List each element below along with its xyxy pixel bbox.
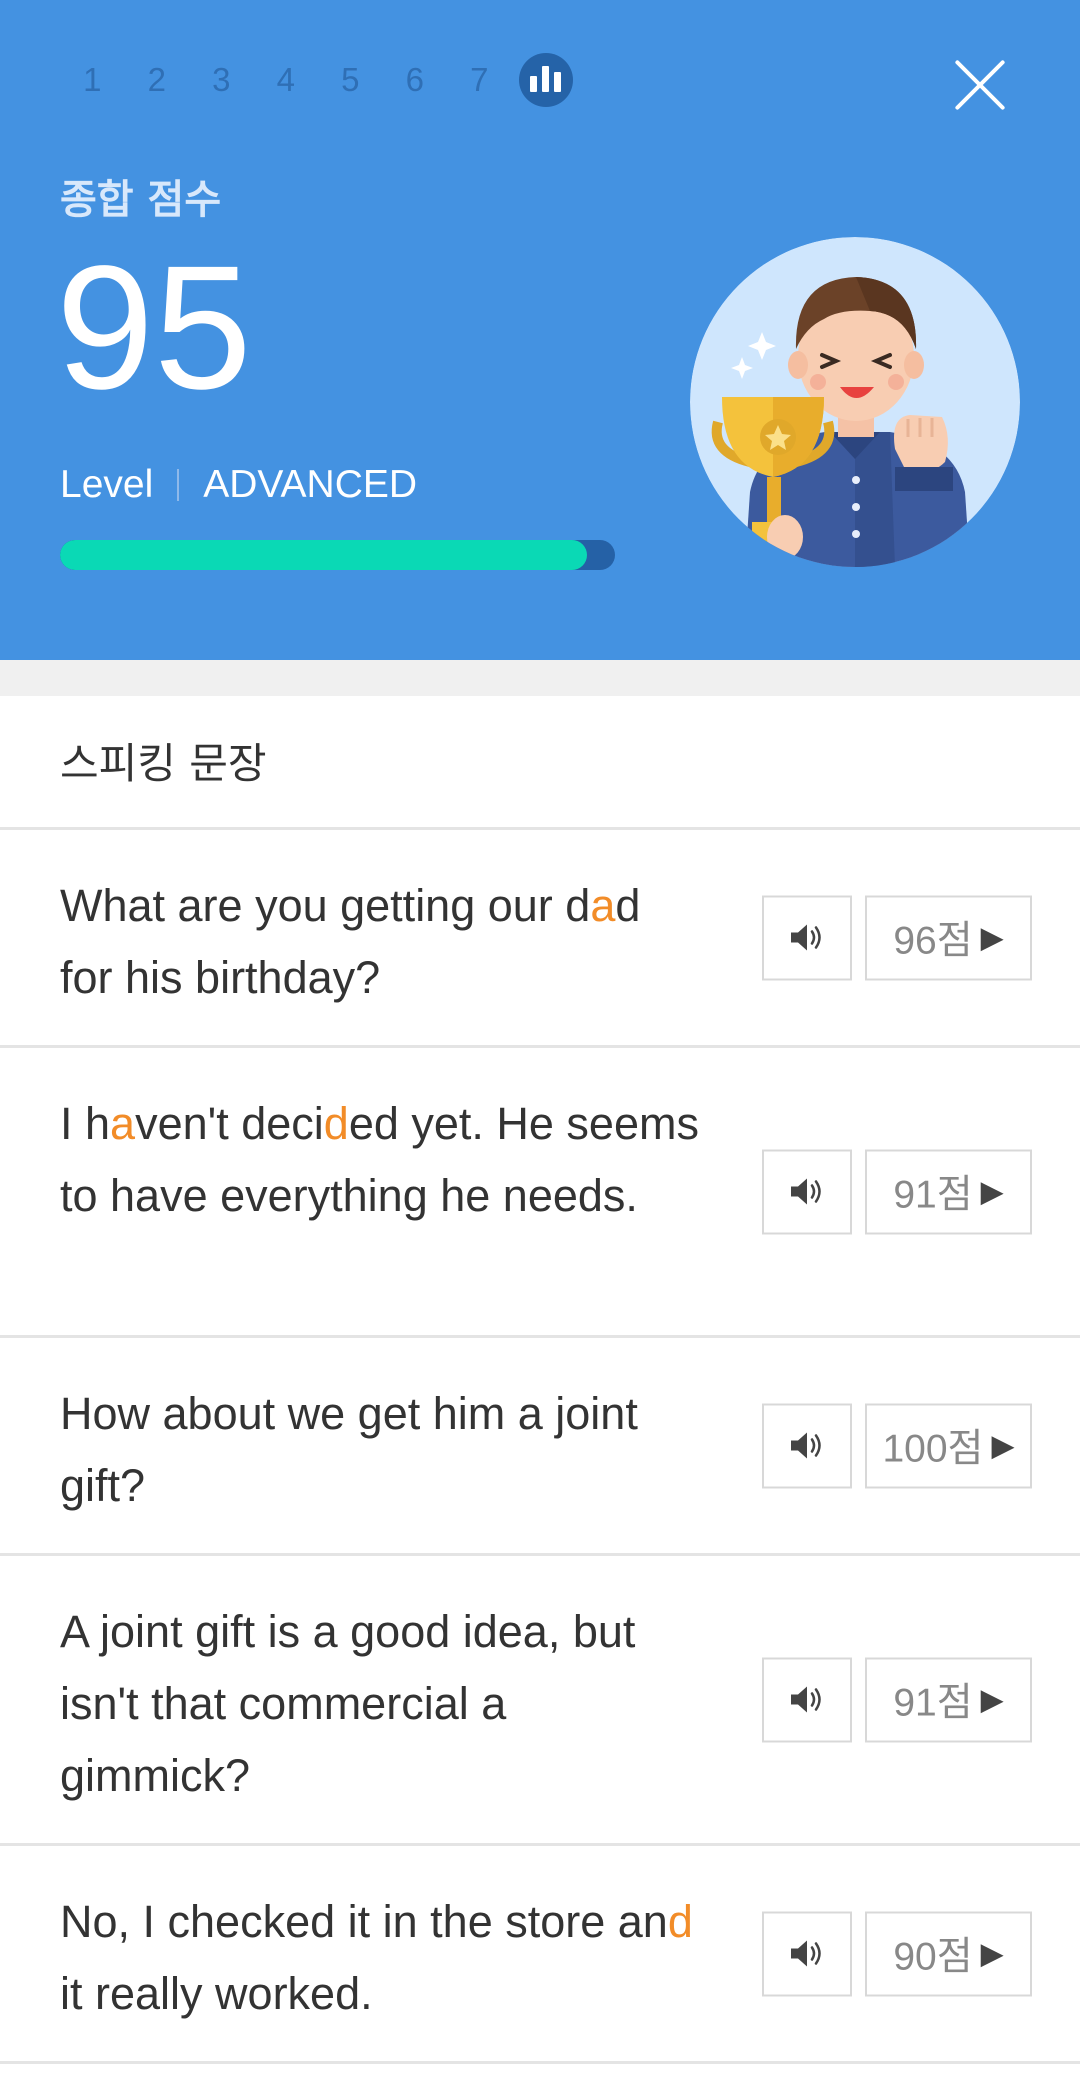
sentence-text: How about we get him a joint gift? xyxy=(60,1378,700,1522)
sentence-score: 96점 xyxy=(893,919,973,963)
step-nav: 1 2 3 4 5 6 7 xyxy=(60,52,573,108)
sentence-row: No, I checked it in the store and it rea… xyxy=(0,1846,1080,2064)
trophy-boy-illustration xyxy=(690,237,1020,567)
level-row: Level ADVANCED xyxy=(60,460,417,510)
play-icon: ▶ xyxy=(991,1429,1015,1462)
play-icon: ▶ xyxy=(980,1175,1004,1208)
highlighted-char: d xyxy=(667,1896,693,1947)
section-gap xyxy=(0,660,1080,696)
play-icon: ▶ xyxy=(980,1683,1004,1716)
sentence-score: 100점 xyxy=(882,1427,984,1471)
step-2[interactable]: 2 xyxy=(125,61,190,99)
sentence-score: 91점 xyxy=(893,1681,973,1725)
sentence-text-part: What are you getting our d xyxy=(60,880,591,931)
speaker-icon xyxy=(791,1178,821,1205)
play-audio-button[interactable] xyxy=(762,1911,852,1996)
sentence-score: 90점 xyxy=(893,1935,973,1979)
step-6[interactable]: 6 xyxy=(383,61,448,99)
speaker-icon xyxy=(791,1686,821,1713)
sentence-text-part: A joint gift is a good idea, but isn't t… xyxy=(60,1606,636,1801)
play-audio-button[interactable] xyxy=(762,1149,852,1234)
sentence-score-button[interactable]: 90점 ▶ xyxy=(865,1911,1032,1996)
sentence-actions: 90점 ▶ xyxy=(762,1911,1032,1996)
sentence-list: What are you getting our dad for his bir… xyxy=(0,830,1080,2064)
sentence-text-part: I h xyxy=(60,1098,111,1149)
overall-score-value: 95 xyxy=(56,230,252,426)
sentence-text-part: ven't deci xyxy=(135,1098,324,1149)
sentence-row: I haven't decided yet. He seems to have … xyxy=(0,1048,1080,1338)
sentence-actions: 91점 ▶ xyxy=(762,1657,1032,1742)
level-progress-fill xyxy=(60,540,588,570)
play-audio-button[interactable] xyxy=(762,1403,852,1488)
sentence-score: 91점 xyxy=(893,1173,973,1217)
sentence-actions: 96점 ▶ xyxy=(762,895,1032,980)
play-icon: ▶ xyxy=(980,921,1004,954)
sentence-actions: 91점 ▶ xyxy=(762,1149,1032,1234)
sentence-text: No, I checked it in the store and it rea… xyxy=(60,1886,700,2030)
play-audio-button[interactable] xyxy=(762,1657,852,1742)
sentence-text: I haven't decided yet. He seems to have … xyxy=(60,1088,700,1232)
play-icon: ▶ xyxy=(980,1937,1004,1970)
sentence-row: How about we get him a joint gift? 100점 ▶ xyxy=(0,1338,1080,1556)
step-4[interactable]: 4 xyxy=(254,61,319,99)
sentence-text: A joint gift is a good idea, but isn't t… xyxy=(60,1596,700,1812)
sentence-score-button[interactable]: 96점 ▶ xyxy=(865,895,1032,980)
sentence-text-part: it really worked. xyxy=(60,1968,373,2019)
sentence-row: A joint gift is a good idea, but isn't t… xyxy=(0,1556,1080,1846)
sentence-score-button[interactable]: 91점 ▶ xyxy=(865,1149,1032,1234)
score-header: 1 2 3 4 5 6 7 종합 점수 95 Level ADVANCED xyxy=(0,0,1080,660)
step-1[interactable]: 1 xyxy=(60,61,125,99)
step-5[interactable]: 5 xyxy=(318,61,383,99)
highlighted-char: a xyxy=(110,1098,136,1149)
sentence-score-button[interactable]: 91점 ▶ xyxy=(865,1657,1032,1742)
sentence-text: What are you getting our dad for his bir… xyxy=(60,870,700,1014)
step-7[interactable]: 7 xyxy=(447,61,512,99)
level-value: ADVANCED xyxy=(203,463,418,506)
sentence-actions: 100점 ▶ xyxy=(762,1403,1032,1488)
sentence-text-part: How about we get him a joint gift? xyxy=(60,1388,638,1511)
sentence-text-part: No, I checked it in the store an xyxy=(60,1896,668,1947)
section-title: 스피킹 문장 xyxy=(60,739,267,788)
sentence-row: What are you getting our dad for his bir… xyxy=(0,830,1080,1048)
highlighted-char: a xyxy=(590,880,616,931)
bar-chart-icon[interactable] xyxy=(518,53,573,107)
speaker-icon xyxy=(791,1432,821,1459)
highlighted-char: d xyxy=(323,1098,349,1149)
step-3[interactable]: 3 xyxy=(189,61,254,99)
level-progress-bar xyxy=(60,540,615,570)
close-icon[interactable] xyxy=(945,50,1015,120)
play-audio-button[interactable] xyxy=(762,895,852,980)
sentence-score-button[interactable]: 100점 ▶ xyxy=(865,1403,1032,1488)
speaker-icon xyxy=(791,924,821,951)
speaker-icon xyxy=(791,1940,821,1967)
overall-score-label: 종합 점수 xyxy=(60,177,222,223)
level-label: Level xyxy=(60,463,154,506)
level-separator xyxy=(177,469,180,501)
